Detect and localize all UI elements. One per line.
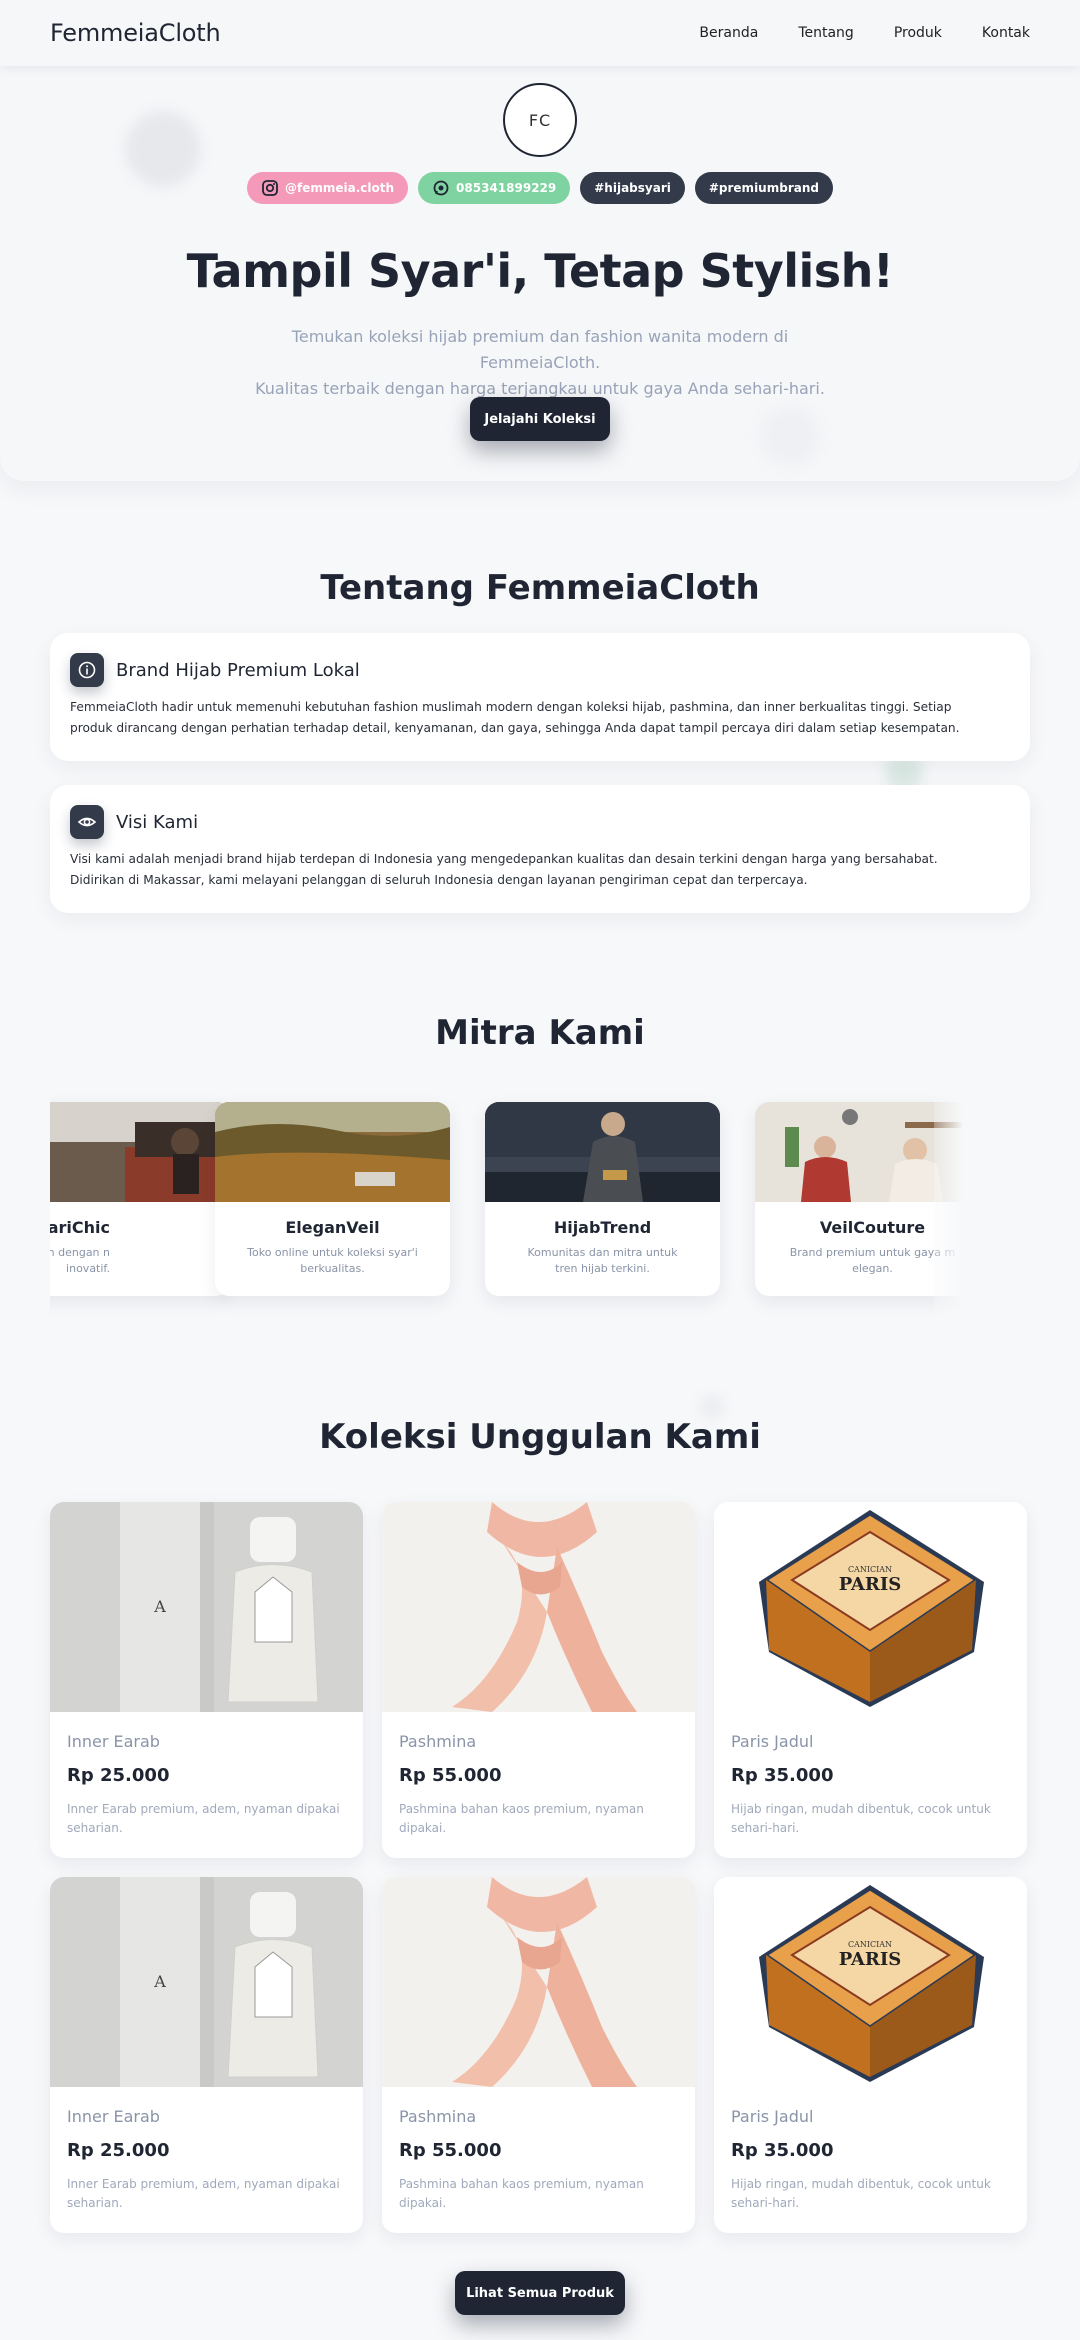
product-price: Rp 25.000 — [67, 1765, 170, 1786]
product-image — [382, 1502, 695, 1712]
nav-link-produk[interactable]: Produk — [894, 25, 942, 41]
product-price: Rp 55.000 — [399, 2140, 502, 2161]
product-price: Rp 35.000 — [731, 1765, 834, 1786]
product-price: Rp 35.000 — [731, 2140, 834, 2161]
hashtag-chip-premiumbrand[interactable]: #premiumbrand — [694, 172, 833, 204]
product-card[interactable]: CANICIAN PARIS Paris Jadul Rp 35.000 Hijab r… — [714, 1502, 1027, 1858]
products-title: Koleksi Unggulan Kami — [319, 1417, 761, 1457]
hero-logo: FC — [503, 83, 577, 157]
partners-title: Mitra Kami — [435, 1013, 645, 1053]
product-image: CANICIAN PARIS — [714, 1502, 1027, 1712]
product-name: Inner Earab — [67, 2107, 160, 2126]
carousel-fade-overlay — [934, 1080, 1080, 1330]
bottle-letter: A — [153, 1597, 166, 1616]
product-image — [382, 1877, 695, 2087]
partner-card[interactable]: EleganVeil Toko online untuk koleksi sya… — [215, 1102, 450, 1296]
about-card-vision: Visi Kami Visi kami adalah menjadi brand… — [50, 785, 1030, 913]
about-card-text-line: Didirikan di Makassar, kami melayani pel… — [70, 873, 808, 887]
instagram-icon — [261, 179, 279, 197]
brand-logo[interactable]: FemmeiaCloth — [50, 19, 221, 47]
partner-description: Komunitas dan mitra untuk tren hijab ter… — [527, 1246, 678, 1275]
about-card-title: Visi Kami — [116, 811, 199, 833]
about-card-text-line: Visi kami adalah menjadi brand hijab ter… — [70, 852, 938, 866]
product-price: Rp 25.000 — [67, 2140, 170, 2161]
about-card-text: FemmeiaCloth hadir untuk memenuhi kebutu… — [70, 697, 1010, 739]
product-description: Hijab ringan, mudah dibentuk, cocok untu… — [731, 2177, 991, 2210]
about-card-text-line: produk dirancang dengan perhatian terhad… — [70, 721, 960, 735]
product-card[interactable]: A Inner Earab Rp 25.000 Inner Earab premium… — [50, 1502, 363, 1858]
partner-name: ariChic — [50, 1218, 110, 1237]
product-description: Pashmina bahan kaos premium, nyaman dipa… — [399, 1802, 644, 1835]
about-card-text-line: FemmeiaCloth hadir untuk memenuhi kebutu… — [70, 700, 952, 714]
product-name: Inner Earab — [67, 1732, 160, 1751]
product-card[interactable]: CANICIAN PARIS Paris Jadul Rp 35.000 Hijab r… — [714, 1877, 1027, 2233]
decor-blob — [700, 1395, 724, 1419]
whatsapp-number: 085341899229 — [456, 181, 557, 195]
about-card-title: Brand Hijab Premium Lokal — [116, 659, 360, 681]
partner-image — [215, 1102, 450, 1202]
hashtag-chip-hijabsyari[interactable]: #hijabsyari — [580, 172, 685, 204]
social-chips: @femmeia.cloth 085341899229 #hijabsyari … — [0, 172, 1080, 204]
hero-subtitle-line1: Temukan koleksi hijab premium dan fashio… — [291, 327, 789, 372]
product-card[interactable]: A Inner Earab Rp 25.000 Inner Earab premium… — [50, 1877, 363, 2233]
bottle-letter: A — [153, 1972, 166, 1991]
top-navbar: FemmeiaCloth Beranda Tentang Produk Kont… — [0, 0, 1080, 66]
product-card[interactable]: Pashmina Rp 55.000 Pashmina bahan kaos pre… — [382, 1877, 695, 2233]
partner-description: Toko online untuk koleksi syar'i berkual… — [247, 1246, 418, 1275]
whatsapp-icon — [432, 179, 450, 197]
product-price: Rp 55.000 — [399, 1765, 502, 1786]
hero-subtitle: Temukan koleksi hijab premium dan fashio… — [230, 324, 850, 402]
partner-card[interactable]: ariChic muslimah dengan n inovatif. — [50, 1102, 230, 1296]
product-image: A — [50, 1877, 363, 2087]
box-brand-text: PARIS — [839, 1574, 902, 1595]
partner-name: HijabTrend — [553, 1218, 652, 1237]
partner-card[interactable]: HijabTrend Komunitas dan mitra untuk tre… — [485, 1102, 720, 1296]
nav-link-kontak[interactable]: Kontak — [982, 25, 1030, 41]
product-description: Inner Earab premium, adem, nyaman dipaka… — [67, 2177, 340, 2210]
about-card-text: Visi kami adalah menjadi brand hijab ter… — [70, 849, 1010, 891]
product-description: Pashmina bahan kaos premium, nyaman dipa… — [399, 2177, 644, 2210]
partner-name: EleganVeil — [285, 1218, 380, 1237]
partner-description: muslimah dengan n inovatif. — [50, 1246, 110, 1275]
box-top-text: CANICIAN — [848, 1565, 892, 1574]
partner-image — [485, 1102, 720, 1202]
product-name: Pashmina — [399, 2107, 477, 2126]
product-image: A — [50, 1502, 363, 1712]
product-description: Hijab ringan, mudah dibentuk, cocok untu… — [731, 1802, 991, 1835]
about-card-brand: Brand Hijab Premium Lokal FemmeiaCloth h… — [50, 633, 1030, 761]
box-brand-text: PARIS — [839, 1949, 902, 1970]
view-all-products-button[interactable]: Lihat Semua Produk — [455, 2271, 625, 2315]
nav-links: Beranda Tentang Produk Kontak — [699, 25, 1030, 41]
info-icon — [70, 653, 104, 687]
partners-carousel[interactable]: ariChic muslimah dengan n inovatif. Eleg… — [50, 1080, 1080, 1330]
product-name: Paris Jadul — [731, 2107, 814, 2126]
hero-title: Tampil Syar'i, Tetap Stylish! — [186, 244, 894, 298]
partner-image — [50, 1102, 230, 1202]
whatsapp-chip[interactable]: 085341899229 — [418, 172, 571, 204]
explore-collection-button[interactable]: Jelajahi Koleksi — [470, 397, 610, 441]
decor-blob — [760, 406, 820, 466]
instagram-chip[interactable]: @femmeia.cloth — [247, 172, 409, 204]
hero-section: FC @femmeia.cloth 085341899229 #hijabsya… — [0, 66, 1080, 481]
product-image: CANICIAN PARIS — [714, 1877, 1027, 2087]
product-name: Pashmina — [399, 1732, 477, 1751]
instagram-handle: @femmeia.cloth — [285, 181, 395, 195]
product-card[interactable]: Pashmina Rp 55.000 Pashmina bahan kaos pre… — [382, 1502, 695, 1858]
box-top-text: CANICIAN — [848, 1940, 892, 1949]
product-name: Paris Jadul — [731, 1732, 814, 1751]
about-title: Tentang FemmeiaCloth — [320, 568, 760, 608]
eye-icon — [70, 805, 104, 839]
product-description: Inner Earab premium, adem, nyaman dipaka… — [67, 1802, 340, 1835]
nav-link-tentang[interactable]: Tentang — [798, 25, 854, 41]
nav-link-beranda[interactable]: Beranda — [699, 25, 758, 41]
